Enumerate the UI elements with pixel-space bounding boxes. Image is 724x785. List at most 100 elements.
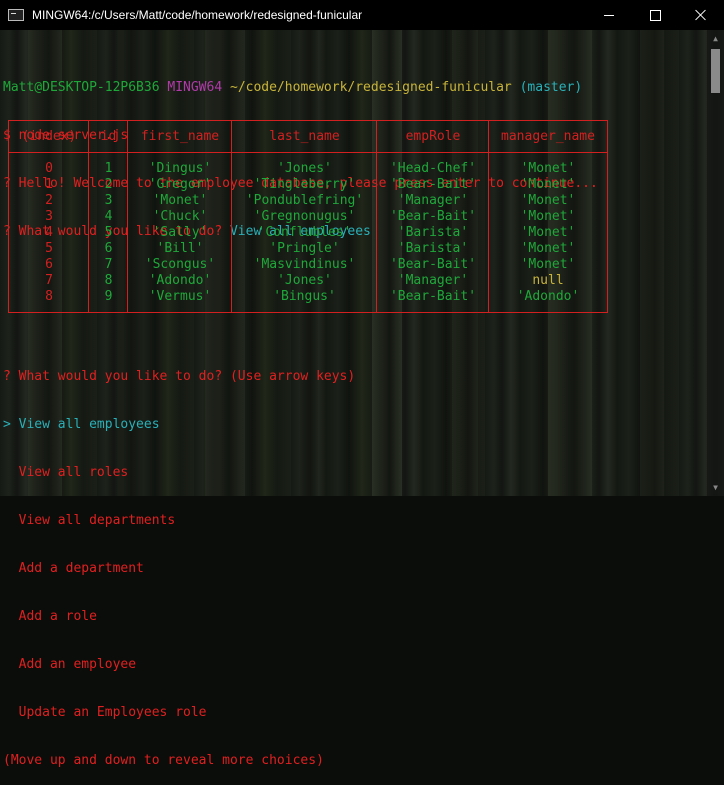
table-cell: 'Masvindinus' (253, 257, 356, 272)
table-cell: 'Conflubles' (257, 225, 352, 240)
table-cell: 8 (45, 289, 53, 304)
prompt-branch: (master) (519, 80, 583, 95)
table-cell: 'Monet' (520, 241, 576, 256)
table-row: 3 4 'Chuck' 'Gregnonugus' 'Bear-Bait' 'Monet' (9, 209, 607, 225)
table-cell: 4 (45, 225, 53, 240)
maximize-button[interactable] (632, 0, 678, 30)
table-cell: 'Vermus' (148, 289, 212, 304)
window-title: MINGW64:/c/Users/Matt/code/homework/rede… (32, 8, 363, 22)
table-cell: 9 (104, 289, 113, 304)
menu-item-selected[interactable]: > View all employees (3, 417, 703, 433)
prompt-path: ~/code/homework/redesigned-funicular (230, 80, 512, 95)
table-cell: 'Monet' (520, 177, 576, 192)
table-header-cell: (index) (21, 129, 77, 144)
table-header-cell: last_name (269, 129, 340, 144)
menu-item-label: Update an Employees role (18, 705, 207, 720)
menu-item[interactable]: Add a department (3, 561, 703, 577)
prompt-shell: MINGW64 (167, 80, 223, 95)
table-cell: 'Monet' (520, 161, 576, 176)
table-cell: 3 (104, 193, 113, 208)
scroll-down-arrow-icon[interactable]: ▼ (707, 479, 724, 496)
menu-item-label: View all departments (18, 513, 176, 528)
table-cell: 'Dingus' (148, 161, 212, 176)
minimize-icon (604, 14, 614, 16)
menu-item-label: Add a role (18, 609, 97, 624)
table-cell: 6 (104, 241, 113, 256)
table-cell: 'Monet' (520, 193, 576, 208)
table-row: 4 5 'Sally' 'Conflubles' 'Barista' 'Monet' (9, 225, 607, 241)
menu-hint: (Move up and down to reveal more choices… (3, 753, 324, 768)
table-cell: null (532, 273, 564, 288)
table-cell: 'Manager' (397, 273, 469, 288)
table-cell: 'Adondo' (516, 289, 580, 304)
vertical-scrollbar[interactable]: ▲ ▼ (707, 30, 724, 496)
table-cell: 'Monet' (520, 225, 576, 240)
title-bar[interactable]: MINGW64:/c/Users/Matt/code/homework/rede… (0, 0, 724, 30)
menu-item[interactable]: View all departments (3, 513, 703, 529)
table-cell: 'Sally' (152, 225, 208, 240)
table-cell: 'Gregnonugus' (253, 209, 356, 224)
table-header-cell: id (100, 129, 117, 144)
table-header-cell: manager_name (501, 129, 595, 144)
table-cell: 4 (104, 209, 113, 224)
menu-item-label: Add a department (18, 561, 144, 576)
table-row: 6 7 'Scongus' 'Masvindinus' 'Bear-Bait' 'Mone… (9, 257, 607, 273)
table-cell: 7 (104, 257, 113, 272)
table-cell: 2 (104, 177, 113, 192)
table-cell: 'Manager' (397, 193, 469, 208)
table-cell: 'Head-Chef' (389, 161, 477, 176)
prompt-line: Matt@DESKTOP-12P6B36 MINGW64 ~/code/home… (3, 80, 703, 96)
table-cell: 'Scongus' (144, 257, 216, 272)
menu-item-label: Add an employee (18, 657, 137, 672)
menu-pointer-icon: > (3, 417, 11, 432)
table-cell: 'Bill' (156, 241, 204, 256)
prompt-user-host: Matt@DESKTOP-12P6B36 (3, 80, 160, 95)
table-cell: 'Pringle' (269, 241, 340, 256)
table-cell: 'Adondo' (148, 273, 212, 288)
menu-item-label: View all employees (18, 417, 160, 432)
close-button[interactable] (678, 0, 724, 30)
table-row: 8 9 'Vermus' 'Bingus' 'Bear-Bait' 'Adondo' (9, 289, 607, 305)
table-cell: 'Barista' (397, 225, 469, 240)
table-cell: 'Jones' (277, 273, 332, 288)
table-cell: 7 (45, 273, 53, 288)
table-cell: 'Monet' (520, 257, 576, 272)
table-cell: 'Jones' (277, 161, 332, 176)
minimize-button[interactable] (586, 0, 632, 30)
menu-item[interactable]: Add an employee (3, 657, 703, 673)
table-cell: 'Pondublefring' (245, 193, 364, 208)
table-cell: 0 (45, 161, 53, 176)
table-cell: 'Bingus' (273, 289, 336, 304)
table-cell: 6 (45, 257, 53, 272)
scroll-up-arrow-icon[interactable]: ▲ (707, 30, 724, 47)
table-cell: 'Bear-Bait' (389, 257, 477, 272)
table-cell: 'Bear-Bait' (389, 209, 477, 224)
close-icon (695, 9, 707, 21)
menu-item[interactable]: Add a role (3, 609, 703, 625)
terminal-app-icon[interactable] (8, 9, 24, 21)
table-cell: 'Gregor' (148, 177, 212, 192)
menu-item[interactable]: View all roles (3, 465, 703, 481)
question-line-2: ? What would you like to do? (Use arrow … (3, 369, 356, 384)
table-row: 5 6 'Bill' 'Pringle' 'Barista' 'Monet' (9, 241, 607, 257)
menu-area[interactable]: ? What would you like to do? (Use arrow … (3, 337, 703, 785)
table-cell: 'Bear-Bait' (389, 289, 477, 304)
table-cell: 'Monet' (152, 193, 208, 208)
menu-item[interactable]: Update an Employees role (3, 705, 703, 721)
table-cell: 'Tingleberry' (253, 177, 356, 192)
table-row: 0 1 'Dingus' 'Jones' 'Head-Chef' 'Monet' (9, 161, 607, 177)
table-cell: 5 (45, 241, 53, 256)
table-cell: 5 (104, 225, 113, 240)
table-cell: 'Chuck' (152, 209, 208, 224)
table-row: 1 2 'Gregor' 'Tingleberry' 'Bear-Bait' 'Monet… (9, 177, 607, 193)
table-cell: 1 (45, 177, 53, 192)
maximize-icon (649, 9, 661, 21)
menu-item-label: View all roles (18, 465, 129, 480)
table-cell: 3 (45, 209, 53, 224)
scrollbar-thumb[interactable] (711, 49, 720, 93)
table-row: 7 8 'Adondo' 'Jones' 'Manager' null (9, 273, 607, 289)
table-cell: 'Bear-Bait' (389, 177, 477, 192)
table-cell: 1 (104, 161, 113, 176)
table-cell: 2 (45, 193, 53, 208)
table-header-cell: first_name (140, 129, 220, 144)
